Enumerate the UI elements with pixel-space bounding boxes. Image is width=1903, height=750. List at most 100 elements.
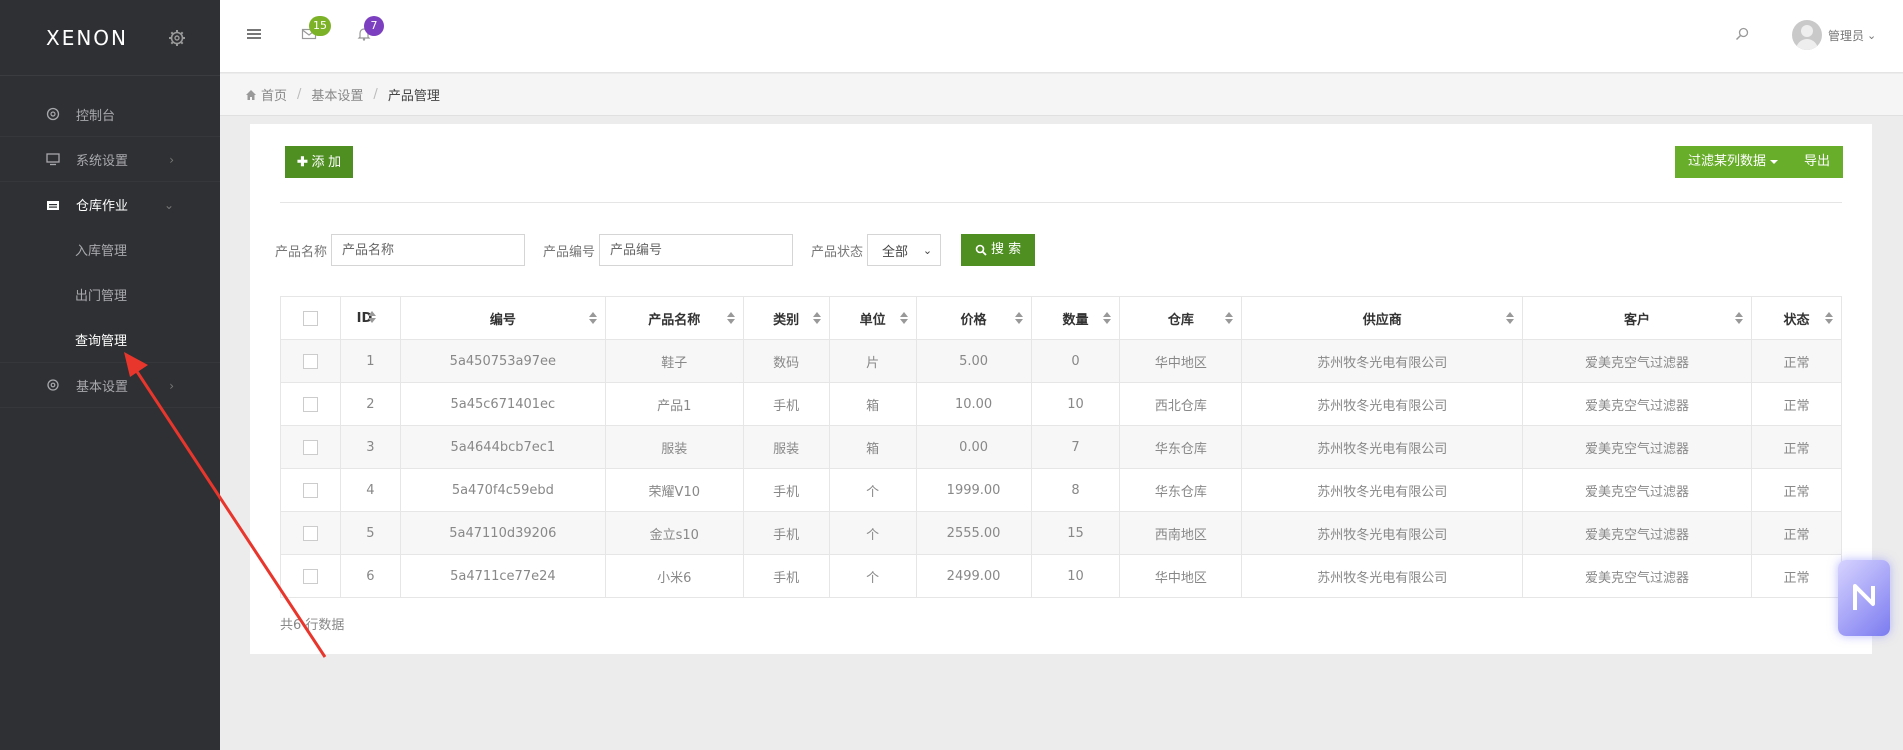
mail-icon[interactable]: 15 <box>301 16 331 42</box>
sort-icon <box>1734 312 1743 324</box>
product-status-value: 全部 <box>882 244 909 260</box>
export-button[interactable]: 导出 <box>1791 146 1844 178</box>
sidebar-item-basic-settings[interactable]: 基本设置 › <box>0 363 220 408</box>
topbar: 15 7 管理员 ⌄ <box>220 0 1903 73</box>
floating-assistant-button[interactable] <box>1838 560 1890 636</box>
column-header-id[interactable]: ID <box>339 296 401 340</box>
search-icon[interactable] <box>1734 26 1750 42</box>
sidebar-nav: 控制台 系统设置 › 仓库作业 ⌄ 入库管理 出门管理 查询管理 基本设置 › <box>0 76 220 408</box>
cell-product-name: 鞋子 <box>604 339 744 383</box>
product-status-select[interactable]: 全部 ⌄ <box>867 234 942 266</box>
sort-icon <box>899 312 908 324</box>
column-header-supplier[interactable]: 供应商 <box>1241 296 1524 340</box>
column-header-customer[interactable]: 客户 <box>1522 296 1752 340</box>
table-row[interactable]: 3 5a4644bcb7ec1 服装 服装箱 0.00 7 华东仓库 苏州牧冬光电有限公司 爱美… <box>280 425 1843 469</box>
cell-status: 正常 <box>1750 339 1843 383</box>
chevron-right-icon: › <box>169 153 174 167</box>
cell-id: 5 <box>339 511 401 555</box>
add-button[interactable]: ✚ 添 加 <box>285 146 354 178</box>
sort-icon <box>588 312 597 324</box>
breadcrumb: 首页 / 基本设置 / 产品管理 <box>220 74 1903 116</box>
content-panel: ✚ 添 加 过滤某列数据 导出 产品名称 产品编号 产品状态 全部 ⌄ 搜 索 <box>250 124 1872 654</box>
breadcrumb-home[interactable]: 首页 <box>261 85 287 104</box>
column-header-product-name[interactable]: 产品名称 <box>604 296 744 340</box>
cell-quantity: 15 <box>1030 511 1121 555</box>
table-row[interactable]: 1 5a450753a97ee 鞋子 数码片 5.00 0 华中地区 苏州牧冬光电有限公司 爱美… <box>280 339 1843 383</box>
sidebar-subitem-inbound[interactable]: 入库管理 <box>0 227 220 272</box>
sidebar-item-label: 控制台 <box>76 108 116 124</box>
search-icon <box>975 244 987 256</box>
avatar <box>1792 20 1822 50</box>
column-header-unit[interactable]: 单位 <box>828 296 917 340</box>
filter-columns-button[interactable]: 过滤某列数据 <box>1675 146 1792 178</box>
product-name-label: 产品名称 <box>275 244 328 260</box>
cell-price: 1999.00 <box>915 468 1032 512</box>
cell-warehouse: 华中地区 <box>1119 554 1243 598</box>
bell-icon[interactable]: 7 <box>356 16 384 42</box>
cell-warehouse: 西南地区 <box>1119 511 1243 555</box>
cell-price: 10.00 <box>915 382 1032 426</box>
products-table: ID 编号 产品名称 类别 单位 价格 数量 仓库 供应商 客户 状态 1 5a4… <box>280 296 1843 598</box>
column-header-code[interactable]: 编号 <box>399 296 606 340</box>
row-checkbox-cell <box>280 425 341 469</box>
warehouse-icon <box>46 198 60 212</box>
cell-price: 5.00 <box>915 339 1032 383</box>
cell-id: 1 <box>339 339 401 383</box>
table-row[interactable]: 4 5a470f4c59ebd 荣耀V10 手机个 1999.00 8 华东仓库 苏州牧冬光电… <box>280 468 1843 512</box>
select-all-checkbox[interactable] <box>302 310 318 326</box>
cell-supplier: 苏州牧冬光电有限公司 <box>1241 511 1524 555</box>
column-header-status[interactable]: 状态 <box>1750 296 1843 340</box>
search-button-label: 搜 索 <box>991 242 1022 257</box>
row-checkbox[interactable] <box>302 439 318 455</box>
cell-supplier: 苏州牧冬光电有限公司 <box>1241 468 1524 512</box>
caret-down-icon <box>1770 159 1779 164</box>
cell-status: 正常 <box>1750 511 1843 555</box>
cell-price: 0.00 <box>915 425 1032 469</box>
table-row[interactable]: 2 5a45c671401ec 产品1 手机箱 10.00 10 西北仓库 苏州牧冬光电有限公… <box>280 382 1843 426</box>
breadcrumb-level1[interactable]: 基本设置 <box>311 85 363 104</box>
row-checkbox-cell <box>280 339 341 383</box>
product-code-input[interactable] <box>599 234 794 266</box>
user-menu[interactable]: 管理员 ⌄ <box>1792 20 1876 50</box>
product-code-label: 产品编号 <box>543 244 596 260</box>
row-checkbox[interactable] <box>302 353 318 369</box>
row-checkbox[interactable] <box>302 568 318 584</box>
row-checkbox[interactable] <box>302 525 318 541</box>
sidebar-subitem-outbound[interactable]: 出门管理 <box>0 272 220 317</box>
gear-icon[interactable] <box>168 29 186 47</box>
search-button[interactable]: 搜 索 <box>961 234 1036 266</box>
menu-toggle-icon[interactable] <box>246 26 262 42</box>
search-form: 产品名称 产品编号 产品状态 全部 ⌄ 搜 索 <box>275 234 1036 266</box>
column-header-quantity[interactable]: 数量 <box>1030 296 1121 340</box>
notification-badge: 7 <box>364 16 384 36</box>
column-header-category[interactable]: 类别 <box>742 296 830 340</box>
sidebar-item-warehouse-ops[interactable]: 仓库作业 ⌄ <box>0 182 220 227</box>
table-body: 1 5a450753a97ee 鞋子 数码片 5.00 0 华中地区 苏州牧冬光电有限公司 爱美… <box>280 339 1843 598</box>
table-row[interactable]: 5 5a47110d39206 金立s10 手机个 2555.00 15 西南地区 苏州牧冬光… <box>280 511 1843 555</box>
cell-code: 5a470f4c59ebd <box>399 468 606 512</box>
chevron-down-icon: ⌄ <box>922 243 933 257</box>
table-row[interactable]: 6 5a4711ce77e24 小米6 手机个 2499.00 10 华中地区 苏州牧冬光电有… <box>280 554 1843 598</box>
sidebar-item-system-settings[interactable]: 系统设置 › <box>0 137 220 182</box>
user-name: 管理员 <box>1828 28 1865 43</box>
row-checkbox-cell <box>280 511 341 555</box>
cell-warehouse: 华东仓库 <box>1119 425 1243 469</box>
row-checkbox[interactable] <box>302 396 318 412</box>
column-header-price[interactable]: 价格 <box>915 296 1032 340</box>
home-icon <box>245 89 257 101</box>
sidebar-item-dashboard[interactable]: 控制台 <box>0 92 220 137</box>
brand-logo[interactable]: XENON <box>46 26 128 50</box>
cell-product-name: 产品1 <box>604 382 744 426</box>
sidebar-subitem-query[interactable]: 查询管理 <box>0 317 220 362</box>
product-name-input[interactable] <box>331 234 526 266</box>
cell-price: 2555.00 <box>915 511 1032 555</box>
column-header-warehouse[interactable]: 仓库 <box>1119 296 1243 340</box>
cell-code: 5a4711ce77e24 <box>399 554 606 598</box>
mail-badge: 15 <box>309 16 331 36</box>
row-checkbox[interactable] <box>302 482 318 498</box>
sidebar-item-label: 系统设置 <box>76 153 129 169</box>
cell-product-name: 服装 <box>604 425 744 469</box>
cell-unit: 个 <box>828 511 917 555</box>
sort-icon <box>1103 312 1112 324</box>
cell-customer: 爱美克空气过滤器 <box>1522 468 1752 512</box>
